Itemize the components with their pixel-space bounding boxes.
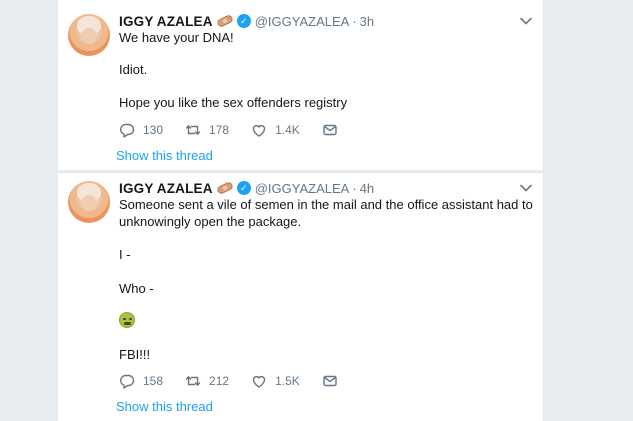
adhesive-bandage-icon	[215, 13, 234, 29]
tweet-actions: 158 212 1.5K	[119, 373, 368, 389]
retweet-button[interactable]: 212	[185, 373, 229, 389]
like-icon	[252, 375, 266, 388]
show-thread-link[interactable]: Show this thread	[116, 399, 213, 414]
chevron-down-icon[interactable]	[519, 181, 533, 195]
username-handle[interactable]: @IGGYAZALEA	[255, 181, 350, 196]
like-count: 1.5K	[275, 374, 300, 388]
reply-button[interactable]: 158	[119, 373, 163, 389]
tweet-text-line: Someone sent a vile of semen in the mail…	[119, 197, 533, 212]
adhesive-bandage-icon	[215, 180, 234, 196]
tweet-text-line: Who -	[119, 281, 154, 296]
chevron-down-icon[interactable]	[519, 14, 533, 28]
avatar[interactable]	[68, 14, 110, 56]
like-icon	[252, 124, 266, 137]
timestamp[interactable]: 4h	[360, 181, 374, 196]
display-name[interactable]: IGGY AZALEA	[119, 14, 213, 29]
like-count: 1.4K	[275, 123, 300, 137]
avatar[interactable]	[68, 181, 110, 223]
reply-count: 130	[143, 123, 164, 137]
timestamp[interactable]: 3h	[360, 14, 374, 29]
retweet-count: 212	[209, 374, 230, 388]
tweet-text-line: I -	[119, 247, 131, 262]
tweet-text: Someone sent a vile of semen in the mail…	[119, 196, 533, 366]
tweet-text-line: Idiot.	[119, 62, 148, 77]
tweet[interactable]: IGGY AZALEA ✓ @IGGYAZALEA · 3h We have y…	[58, 0, 543, 170]
verified-badge-icon: ✓	[236, 14, 251, 28]
tweet-text-line: FBI!!!	[119, 347, 151, 362]
reply-count: 158	[143, 374, 164, 388]
tweet-text-line: unknowingly open the package.	[119, 214, 302, 229]
direct-message-icon	[323, 124, 337, 136]
retweet-button[interactable]: 178	[185, 122, 229, 138]
retweet-icon	[185, 125, 201, 135]
separator: ·	[352, 180, 357, 196]
nauseated-face-icon	[119, 312, 135, 332]
tweet-header: IGGY AZALEA ✓ @IGGYAZALEA · 3h	[119, 12, 374, 30]
show-thread-link[interactable]: Show this thread	[116, 148, 213, 163]
tweet-text: We have your DNA! Idiot. Hope you like t…	[119, 29, 529, 110]
tweet-text-line: Hope you like the sex offenders registry	[119, 95, 348, 110]
display-name[interactable]: IGGY AZALEA	[119, 181, 213, 196]
tweet[interactable]: IGGY AZALEA ✓ @IGGYAZALEA · 4h Someone s…	[58, 172, 543, 421]
retweet-count: 178	[209, 123, 230, 137]
tweet-header: IGGY AZALEA ✓ @IGGYAZALEA · 4h	[119, 179, 374, 197]
separator: ·	[352, 13, 357, 29]
direct-message-button[interactable]	[322, 373, 346, 389]
retweet-icon	[185, 376, 201, 386]
like-button[interactable]: 1.5K	[251, 373, 300, 389]
verified-badge-icon: ✓	[236, 181, 251, 195]
reply-button[interactable]: 130	[119, 122, 163, 138]
like-button[interactable]: 1.4K	[251, 122, 300, 138]
direct-message-icon	[323, 375, 337, 387]
reply-icon	[120, 123, 135, 138]
reply-icon	[120, 374, 135, 389]
tweet-actions: 130 178 1.4K	[119, 122, 368, 138]
tweet-text-line: We have your DNA!	[119, 30, 234, 45]
timeline: IGGY AZALEA ✓ @IGGYAZALEA · 3h We have y…	[57, 0, 544, 421]
username-handle[interactable]: @IGGYAZALEA	[255, 14, 350, 29]
direct-message-button[interactable]	[322, 122, 346, 138]
